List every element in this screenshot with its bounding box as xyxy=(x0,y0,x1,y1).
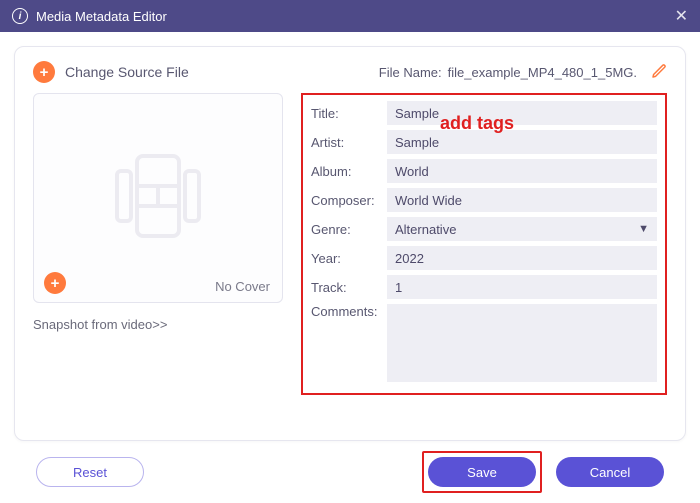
track-label: Track: xyxy=(311,280,387,295)
file-name-label: File Name: xyxy=(379,65,442,80)
header-row: + Change Source File File Name: file_exa… xyxy=(33,61,667,83)
field-composer: Composer: xyxy=(311,188,657,212)
cover-column: + No Cover Snapshot from video>> xyxy=(33,93,283,422)
field-genre: Genre: ▼ xyxy=(311,217,657,241)
save-highlight-box: Save xyxy=(422,451,542,493)
window-title: Media Metadata Editor xyxy=(36,9,675,24)
file-name: File Name: file_example_MP4_480_1_5MG. xyxy=(379,63,667,82)
field-year: Year: xyxy=(311,246,657,270)
title-label: Title: xyxy=(311,106,387,121)
album-label: Album: xyxy=(311,164,387,179)
content: + Change Source File File Name: file_exa… xyxy=(0,32,700,503)
album-input[interactable] xyxy=(387,159,657,183)
year-input[interactable] xyxy=(387,246,657,270)
fields-highlight-box: Title: Artist: Album: Composer: xyxy=(301,93,667,395)
field-track: Track: xyxy=(311,275,657,299)
field-album: Album: xyxy=(311,159,657,183)
field-artist: Artist: xyxy=(311,130,657,154)
comments-label: Comments: xyxy=(311,304,387,319)
cover-placeholder-icon xyxy=(103,141,213,256)
file-name-value: file_example_MP4_480_1_5MG. xyxy=(448,65,637,80)
cover-box[interactable]: + No Cover xyxy=(33,93,283,303)
track-input[interactable] xyxy=(387,275,657,299)
composer-input[interactable] xyxy=(387,188,657,212)
field-comments: Comments: xyxy=(311,304,657,382)
body-row: + No Cover Snapshot from video>> Title: … xyxy=(33,93,667,422)
cancel-button[interactable]: Cancel xyxy=(556,457,664,487)
snapshot-link[interactable]: Snapshot from video>> xyxy=(33,317,167,332)
composer-label: Composer: xyxy=(311,193,387,208)
change-source-plus-icon[interactable]: + xyxy=(33,61,55,83)
comments-textarea[interactable] xyxy=(387,304,657,382)
no-cover-label: No Cover xyxy=(215,279,270,294)
titlebar: i Media Metadata Editor ✕ xyxy=(0,0,700,32)
genre-label: Genre: xyxy=(311,222,387,237)
info-icon: i xyxy=(12,8,28,24)
edit-filename-icon[interactable] xyxy=(651,63,667,82)
close-icon[interactable]: ✕ xyxy=(675,6,688,26)
title-input[interactable] xyxy=(387,101,657,125)
year-label: Year: xyxy=(311,251,387,266)
change-source-button[interactable]: Change Source File xyxy=(65,64,189,80)
artist-label: Artist: xyxy=(311,135,387,150)
app-window: i Media Metadata Editor ✕ + Change Sourc… xyxy=(0,0,700,503)
add-cover-button[interactable]: + xyxy=(44,272,66,294)
field-title: Title: xyxy=(311,101,657,125)
reset-button[interactable]: Reset xyxy=(36,457,144,487)
save-button[interactable]: Save xyxy=(428,457,536,487)
fields-column: Title: Artist: Album: Composer: xyxy=(283,93,667,422)
editor-card: + Change Source File File Name: file_exa… xyxy=(14,46,686,441)
footer: Reset Save Cancel xyxy=(14,441,686,503)
genre-select[interactable] xyxy=(387,217,657,241)
artist-input[interactable] xyxy=(387,130,657,154)
